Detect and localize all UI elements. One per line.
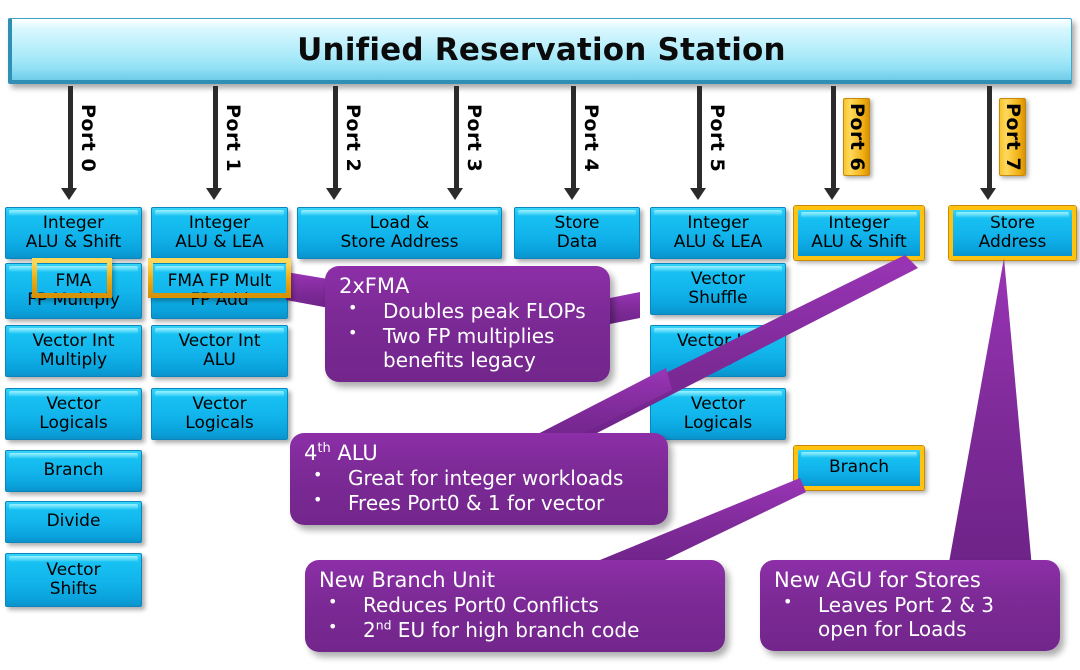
branch-bullet2-sup: nd — [375, 617, 392, 633]
callout-2xfma: 2xFMA Doubles peak FLOPs Two FP multipli… — [325, 266, 610, 383]
callout-4th-alu: 4th ALU Great for integer workloads Free… — [290, 433, 668, 526]
callout-2xfma-title: 2xFMA — [339, 274, 410, 298]
callout-new-branch-unit-bullet-1: Reduces Port0 Conflicts — [319, 592, 711, 617]
connector-new-agu — [948, 258, 1032, 568]
callout-new-agu-bullet-1: Leaves Port 2 & 3 open for Loads — [774, 592, 1046, 641]
callout-4th-alu-bullet-2: Frees Port0 & 1 for vector — [304, 490, 654, 515]
callout-new-branch-unit: New Branch Unit Reduces Port0 Conflicts … — [305, 560, 725, 653]
callout-new-agu-title: New AGU for Stores — [774, 568, 981, 592]
callout-4th-alu-title-post: ALU — [330, 441, 378, 465]
callout-4th-alu-title-pre: 4 — [304, 441, 318, 465]
callout-4th-alu-bullet-1: Great for integer workloads — [304, 465, 654, 490]
callout-2xfma-bullets: Doubles peak FLOPs Two FP multiplies ben… — [339, 298, 596, 372]
callout-new-branch-unit-title: New Branch Unit — [319, 568, 495, 592]
callout-4th-alu-title: 4th ALU — [304, 441, 654, 465]
slide-canvas: Unified Reservation Station Port 0 Port … — [0, 0, 1080, 670]
callout-new-branch-unit-bullet-2: 2nd EU for high branch code — [319, 617, 711, 643]
callout-4th-alu-title-sup: th — [317, 441, 331, 456]
callout-2xfma-bullet-1: Doubles peak FLOPs — [339, 298, 596, 323]
callout-new-agu-bullets: Leaves Port 2 & 3 open for Loads — [774, 592, 1046, 641]
callout-2xfma-bullet-2: Two FP multiplies benefits legacy — [339, 323, 596, 372]
branch-bullet2-pre: 2 — [363, 618, 376, 643]
callout-4th-alu-bullets: Great for integer workloads Frees Port0 … — [304, 465, 654, 515]
branch-bullet2-post: EU for high branch code — [391, 618, 640, 643]
callout-new-branch-unit-bullets: Reduces Port0 Conflicts 2nd EU for high … — [319, 592, 711, 643]
callout-new-agu-for-stores: New AGU for Stores Leaves Port 2 & 3 ope… — [760, 560, 1060, 652]
